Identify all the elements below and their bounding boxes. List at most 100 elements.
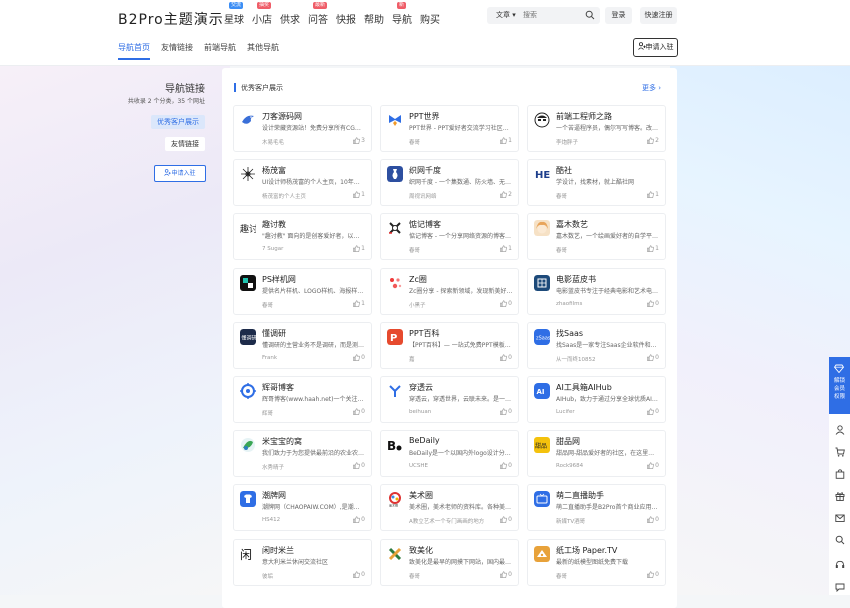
nav-item-6[interactable]: 导航新 [392, 2, 412, 26]
site-card[interactable]: 萌二直播助手 萌二直播助手是B2Pro首个商业应用… 新媒TV酒哥 0 [527, 484, 666, 532]
like-button[interactable]: 0 [500, 408, 512, 415]
site-name[interactable]: 织网千度 [409, 165, 441, 176]
site-name[interactable]: BeDaily [409, 436, 440, 445]
mail-icon[interactable] [835, 513, 845, 523]
site-name[interactable]: 辉哥博客 [262, 382, 294, 393]
nav-item-4[interactable]: 快报 [336, 11, 356, 26]
sidebar-apply-button[interactable]: 申请入驻 [154, 165, 206, 182]
like-button[interactable]: 0 [500, 300, 512, 307]
subnav-tab-2[interactable]: 前端导航 [204, 42, 236, 60]
site-card[interactable]: 穿透云 穿透云，穿透世界，云联未来。是一… beihuan 0 [380, 376, 519, 423]
like-button[interactable]: 0 [353, 354, 365, 361]
site-card[interactable]: 懂调研 懂调研 懂调研的主营业务不是调研，而是测… Frank 0 [233, 321, 372, 369]
site-card[interactable]: 美术圈 美术圈 美术圈，美术老师的资料库。各种美… A教立艺术一个专门画画的地方 0 [380, 484, 519, 532]
site-name[interactable]: 趣讨教 [262, 219, 286, 230]
like-button[interactable]: 1 [647, 245, 659, 252]
nav-item-5[interactable]: 帮助 [364, 11, 384, 26]
site-name[interactable]: PS样机网 [262, 274, 296, 285]
like-button[interactable]: 3 [353, 137, 365, 144]
site-card[interactable]: zSaas 找Saas 找Saas是一家专注Saas企业软件和… 从一而终10852 0 [527, 321, 666, 369]
sidebar-item-customers[interactable]: 优秀客户展示 [151, 115, 205, 129]
like-button[interactable]: 0 [647, 462, 659, 469]
site-card[interactable]: 甜品 甜品网 甜品网-甜品爱好者的社区，在这里… Rock9684 0 [527, 430, 666, 478]
gift-icon[interactable] [835, 491, 845, 501]
like-button[interactable]: 2 [647, 137, 659, 144]
like-button[interactable]: 0 [500, 571, 512, 578]
vip-unlock-button[interactable]: 解锁会员权限 [829, 357, 850, 414]
site-card[interactable]: Zc圈 Zc圈分享 - 探索新领域，发现新美好… 小黑子 0 [380, 267, 519, 315]
site-name[interactable]: 美术圈 [409, 490, 433, 501]
site-card[interactable]: 致美化 致美化是最早的网摸下网站，国内最专… 春哥 0 [380, 538, 519, 586]
site-name[interactable]: Zc圈 [409, 274, 427, 285]
site-name[interactable]: 嘉木数艺 [556, 219, 588, 230]
like-button[interactable]: 0 [500, 516, 512, 523]
site-name[interactable]: AI工具箱AIHub [556, 382, 612, 393]
site-logo[interactable]: B2Pro主题演示 [118, 9, 224, 29]
site-card[interactable]: 电影蓝皮书 电影蓝皮书专注于经典电影和艺术电… zhaofilms 0 [527, 267, 666, 315]
site-name[interactable]: 电影蓝皮书 [556, 274, 596, 285]
sidebar-item-friend-links[interactable]: 友情链接 [165, 137, 205, 151]
site-name[interactable]: 杨茂富 [262, 165, 286, 176]
site-name[interactable]: 懂调研 [262, 328, 286, 339]
site-name[interactable]: 潮牌网 [262, 490, 286, 501]
search-input[interactable] [523, 9, 583, 21]
like-button[interactable]: 1 [353, 245, 365, 252]
site-name[interactable]: 惦记博客 [409, 219, 441, 230]
site-card[interactable]: 嘉木数艺 嘉木数艺，一个绘画爱好者的自学平… 春哥 1 [527, 213, 666, 261]
subnav-tab-0[interactable]: 导航首页 [118, 42, 150, 60]
subnav-tab-1[interactable]: 友情链接 [161, 42, 193, 60]
search-icon[interactable] [835, 535, 845, 545]
nav-item-2[interactable]: 供求 [280, 11, 300, 26]
site-card[interactable]: 趣讨趣讨教 "趣讨教" 面向的是创客爱好者，以… 7 Sugar 1 [233, 213, 372, 261]
site-card[interactable]: HE 酷社 学设计，找素材，就上酷社网 春哥 1 [527, 159, 666, 207]
site-card[interactable]: PPT世界 PPT世界 - PPT爱好者交流学习社区… 春哥 1 [380, 105, 519, 152]
cart-icon[interactable] [835, 447, 845, 457]
site-name[interactable]: 闲时米兰 [262, 545, 294, 556]
like-button[interactable]: 0 [647, 571, 659, 578]
chat-icon[interactable] [835, 582, 845, 592]
site-card[interactable]: 织网千度 织网千度 - 一个集数通、防火墙、无… 周视讯网络 2 [380, 159, 519, 207]
like-button[interactable]: 2 [500, 191, 512, 198]
subnav-tab-3[interactable]: 其他导航 [247, 42, 279, 60]
site-name[interactable]: 前端工程师之路 [556, 111, 612, 122]
search-icon[interactable] [585, 10, 595, 23]
site-card[interactable]: 前端工程师之路 一个苦逼程序员，偶尔写写博客。改… 李炮胖子 2 [527, 105, 666, 152]
nav-item-0[interactable]: 星球 交流 [224, 2, 244, 26]
like-button[interactable]: 1 [647, 191, 659, 198]
site-name[interactable]: 萌二直播助手 [556, 490, 604, 501]
site-card[interactable]: 惦记博客 惦记博客 - 一个分享网络资源的博客… 春哥 1 [380, 213, 519, 261]
shopping-bag-icon[interactable] [835, 469, 845, 479]
site-name[interactable]: 酷社 [556, 165, 572, 176]
like-button[interactable]: 0 [647, 354, 659, 361]
like-button[interactable]: 0 [353, 462, 365, 469]
like-button[interactable]: 1 [500, 245, 512, 252]
like-button[interactable]: 0 [353, 408, 365, 415]
nav-item-7[interactable]: 购买 [420, 11, 440, 26]
like-button[interactable]: 1 [500, 137, 512, 144]
site-card[interactable]: B BeDaily BeDaily是一个以国内外logo设计分… UCSHE 0 [380, 430, 519, 478]
site-card[interactable]: 辉哥博客 辉哥博客(www.haah.net)一个关注… 辉哥 0 [233, 376, 372, 423]
site-card[interactable]: 米宝宝的窝 我们致力于为您提供最前沿的农业农… 水秀晴子 0 [233, 430, 372, 478]
apply-button-top[interactable]: 申请入驻 [633, 38, 678, 57]
site-card[interactable]: 纸工场 Paper.TV 最新的纸模型图纸免费下载 春哥 0 [527, 538, 666, 586]
site-name[interactable]: 找Saas [556, 328, 583, 339]
register-button[interactable]: 快速注册 [640, 7, 677, 24]
site-card[interactable]: 闲闲时米兰 意大利米兰休闲交流社区 彼垢 0 [233, 538, 372, 586]
site-card[interactable]: PS样机网 提供名片样机、LOGO样机、海报样… 春哥 1 [233, 267, 372, 315]
like-button[interactable]: 1 [353, 191, 365, 198]
like-button[interactable]: 1 [353, 300, 365, 307]
user-icon[interactable] [835, 425, 845, 435]
site-card[interactable]: 刀客源码网 设计荣藏资源站！免费分享所有CG… 木易毛毛 3 [233, 105, 372, 152]
like-button[interactable]: 0 [500, 354, 512, 361]
headset-icon[interactable] [835, 560, 845, 570]
nav-item-1[interactable]: 小店 抽奖 [252, 2, 272, 26]
site-card[interactable]: 杨茂富 UI设计师杨茂富的个人主页，10年… 杨茂富的个人主页 1 [233, 159, 372, 207]
site-name[interactable]: 米宝宝的窝 [262, 436, 302, 447]
site-card[interactable]: AI AI工具箱AIHub AIHub，致力于通过分享全球优质AI… Lucifer 0 [527, 376, 666, 423]
site-card[interactable]: P PPT百科 【PPT百科】— 一站式免费PPT模板… 嘉 0 [380, 321, 519, 369]
site-name[interactable]: 甜品网 [556, 436, 580, 447]
site-card[interactable]: 潮牌网 潮牌网（CHAOPAIW.COM）,是潮… HS412 0 [233, 484, 372, 532]
like-button[interactable]: 0 [500, 462, 512, 469]
like-button[interactable]: 0 [353, 571, 365, 578]
login-button[interactable]: 登录 [605, 7, 632, 24]
